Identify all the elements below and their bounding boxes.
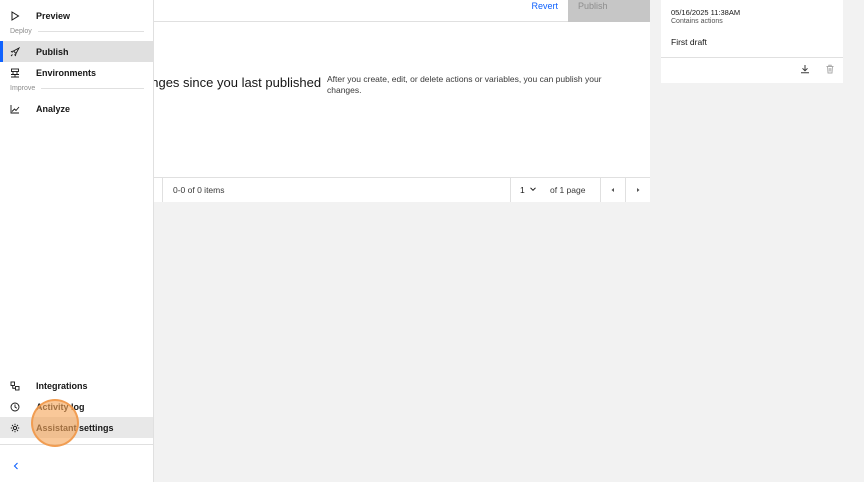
- rocket-icon: [0, 46, 36, 57]
- sidebar-item-label: Integrations: [36, 380, 88, 391]
- pagination-items-count: 0-0 of 0 items: [173, 185, 225, 195]
- sidebar-item-label: Analyze: [36, 103, 71, 114]
- pagination-of-pages: of 1 page: [550, 185, 586, 195]
- sidebar-item-label: Assistant settings: [36, 422, 114, 433]
- revert-button[interactable]: Revert: [531, 0, 558, 14]
- pagination-bar: 0-0 of 0 items 1 of 1 page: [154, 177, 650, 202]
- page-select[interactable]: 1: [520, 178, 548, 202]
- toolbar: Revert Publish: [154, 0, 650, 22]
- section-label-deploy: Deploy: [10, 28, 144, 35]
- trash-icon: [825, 61, 835, 79]
- sidebar-item-label: Activity log: [36, 401, 85, 412]
- integrations-icon: [0, 381, 36, 391]
- download-icon: [800, 61, 810, 79]
- section-divider: [41, 88, 144, 89]
- publish-panel: Revert Publish anges since you last publ…: [144, 0, 650, 202]
- sidebar-divider: [0, 444, 153, 445]
- pagination-divider: [510, 178, 511, 202]
- sidebar-item-assistant-settings[interactable]: Assistant settings: [0, 417, 153, 438]
- section-label-improve: Improve: [10, 85, 144, 92]
- sidebar-item-environments[interactable]: Environments: [0, 62, 153, 83]
- sidebar-item-preview[interactable]: Preview: [0, 5, 153, 26]
- environments-icon: [0, 68, 36, 78]
- version-note: First draft: [671, 37, 707, 47]
- gear-icon: [0, 423, 36, 433]
- sidebar-item-label: Publish: [36, 46, 69, 57]
- version-card: 05/16/2025 11:38AM Contains actions Firs…: [661, 0, 843, 83]
- collapse-sidebar-button[interactable]: [8, 458, 24, 474]
- sidebar-item-activity-log[interactable]: Activity log: [0, 396, 153, 417]
- empty-state-title: anges since you last published: [144, 75, 322, 90]
- empty-state-description: After you create, edit, or delete action…: [327, 74, 602, 95]
- play-icon: [0, 10, 36, 21]
- pagination-divider: [162, 178, 163, 202]
- chevron-down-icon: [529, 185, 537, 195]
- sidebar-item-integrations[interactable]: Integrations: [0, 375, 153, 396]
- next-page-button[interactable]: [626, 178, 650, 202]
- sidebar: Preview Deploy Publish Environments Impr…: [0, 0, 154, 482]
- delete-button[interactable]: [823, 63, 837, 77]
- sidebar-item-analyze[interactable]: Analyze: [0, 98, 153, 119]
- download-button[interactable]: [798, 63, 812, 77]
- caret-left-icon: [610, 185, 616, 195]
- version-date: 05/16/2025 11:38AM: [671, 8, 741, 17]
- clock-icon: [0, 402, 36, 412]
- publish-button[interactable]: Publish: [568, 0, 650, 22]
- page-select-value: 1: [520, 185, 525, 195]
- previous-page-button[interactable]: [601, 178, 625, 202]
- sidebar-item-publish[interactable]: Publish: [0, 41, 153, 62]
- version-divider: [661, 57, 843, 58]
- chart-line-icon: [0, 104, 36, 114]
- version-subtitle: Contains actions: [671, 18, 723, 25]
- chevron-left-icon: [12, 457, 20, 475]
- sidebar-item-label: Preview: [36, 10, 71, 21]
- caret-right-icon: [635, 185, 641, 195]
- sidebar-item-label: Environments: [36, 67, 97, 78]
- section-divider: [37, 31, 144, 32]
